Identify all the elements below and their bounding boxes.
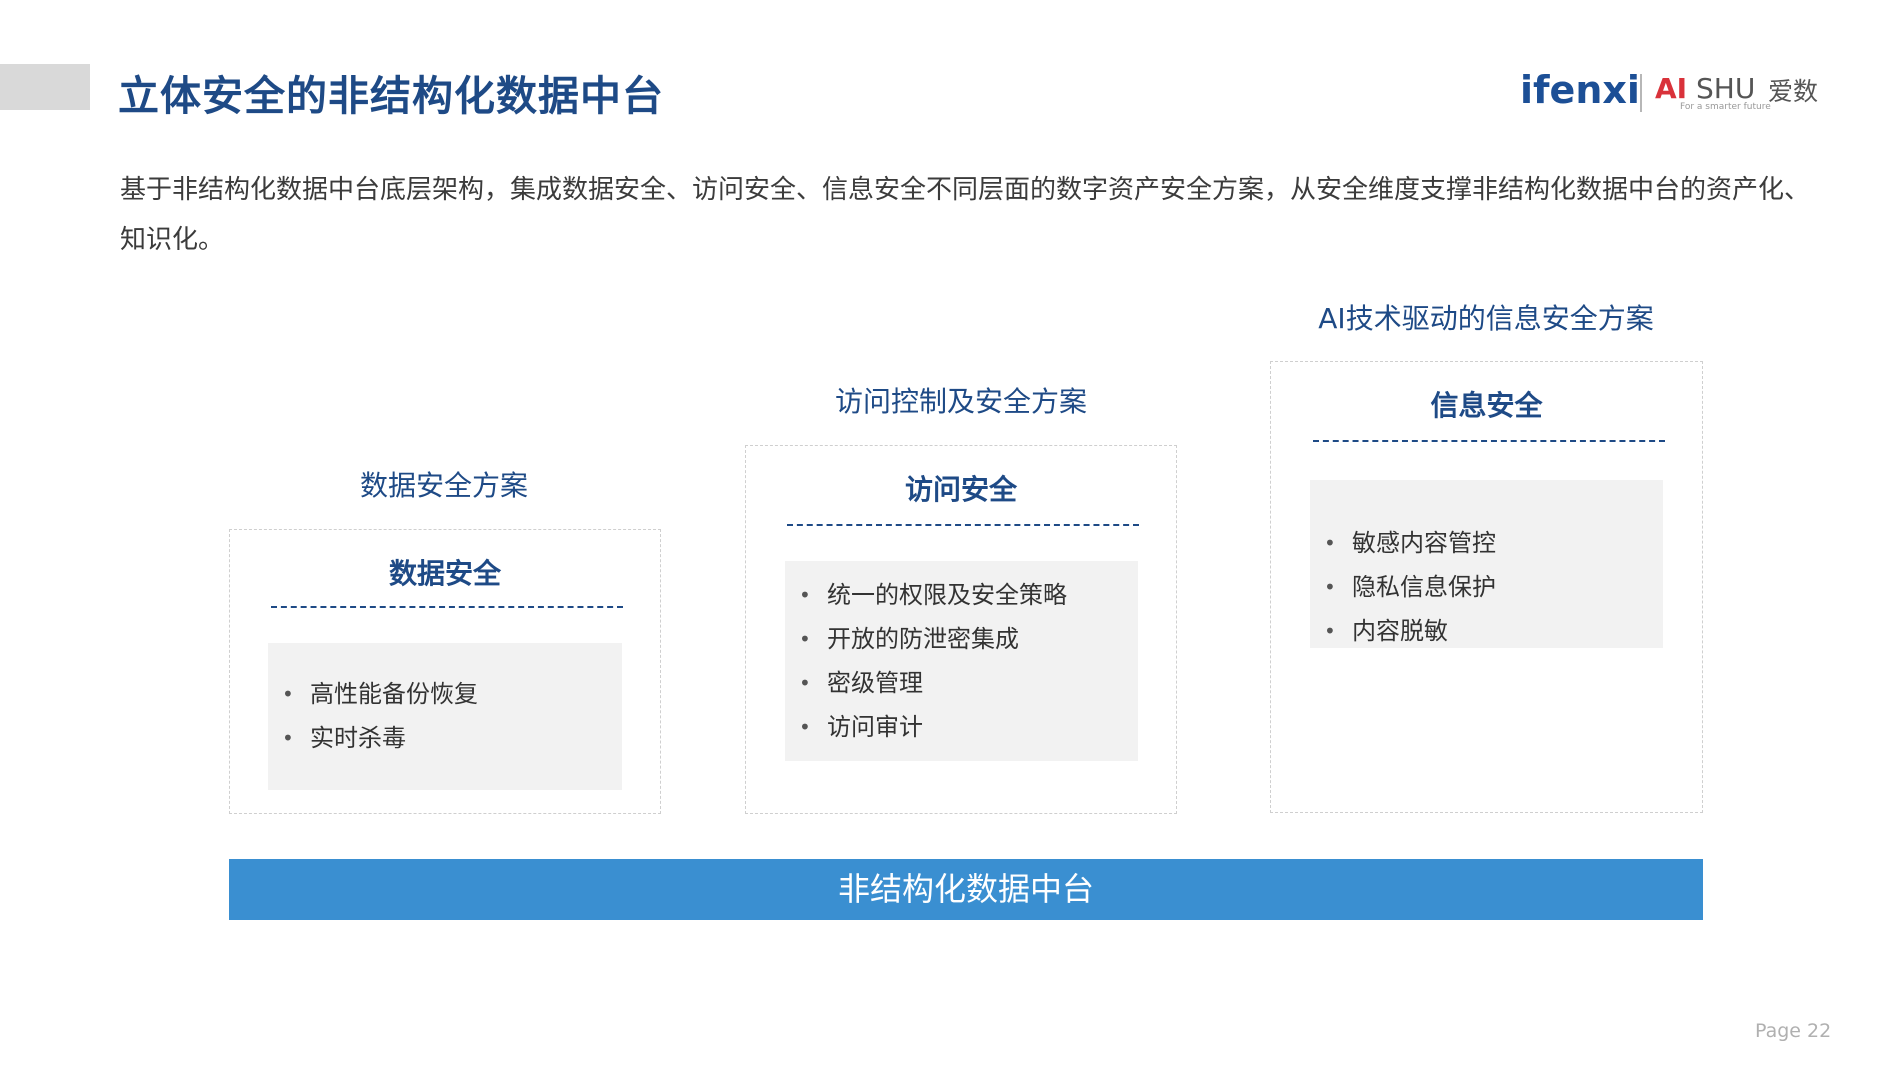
aishu-logo-tagline: For a smarter future (1680, 102, 1771, 112)
aishu-logo-shu: SHU (1696, 72, 1756, 105)
card-divider (1313, 440, 1665, 442)
card-title: 访问安全 (904, 473, 1017, 506)
scheme-label-access-security: 访问控制及安全方案 (834, 385, 1087, 418)
list-item: 敏感内容管控 (1310, 521, 1663, 565)
logo-separator (1640, 74, 1642, 112)
ifenxi-logo-text: ifenxi (1520, 68, 1640, 112)
card-data-security: 数据安全 高性能备份恢复 实时杀毒 (229, 529, 661, 814)
list-item: 统一的权限及安全策略 (785, 573, 1138, 617)
page-title: 立体安全的非结构化数据中台 (118, 72, 664, 120)
card-items-box: 统一的权限及安全策略 开放的防泄密集成 密级管理 访问审计 (785, 561, 1138, 761)
card-access-security: 访问安全 统一的权限及安全策略 开放的防泄密集成 密级管理 访问审计 (745, 445, 1177, 814)
card-items-box: 高性能备份恢复 实时杀毒 (268, 643, 622, 790)
list-item: 内容脱敏 (1310, 609, 1663, 653)
list-item: 隐私信息保护 (1310, 565, 1663, 609)
header-accent-bar (0, 64, 90, 110)
card-info-security: 信息安全 敏感内容管控 隐私信息保护 内容脱敏 (1270, 361, 1703, 813)
base-platform-bar: 非结构化数据中台 (229, 859, 1703, 920)
list-item: 实时杀毒 (268, 716, 622, 760)
card-divider (787, 524, 1139, 526)
list-item: 密级管理 (785, 661, 1138, 705)
aishu-logo-ai: AI (1655, 72, 1688, 105)
scheme-label-data-security: 数据安全方案 (359, 469, 528, 502)
list-item: 开放的防泄密集成 (785, 617, 1138, 661)
brand-logo: ifenxi AI SHU 爱数 For a smarter future (1520, 66, 1840, 116)
list-item: 访问审计 (785, 705, 1138, 749)
card-divider (271, 606, 623, 608)
page-number: Page 22 (1755, 1020, 1832, 1042)
aishu-logo-cn: 爱数 (1768, 77, 1819, 106)
list-item: 高性能备份恢复 (268, 672, 622, 716)
scheme-label-info-security: AI技术驱动的信息安全方案 (1318, 302, 1654, 335)
card-title: 信息安全 (1430, 389, 1543, 422)
card-items-box: 敏感内容管控 隐私信息保护 内容脱敏 (1310, 480, 1663, 653)
description-text: 基于非结构化数据中台底层架构，集成数据安全、访问安全、信息安全不同层面的数字资产… (120, 175, 1811, 255)
card-title: 数据安全 (388, 557, 501, 590)
